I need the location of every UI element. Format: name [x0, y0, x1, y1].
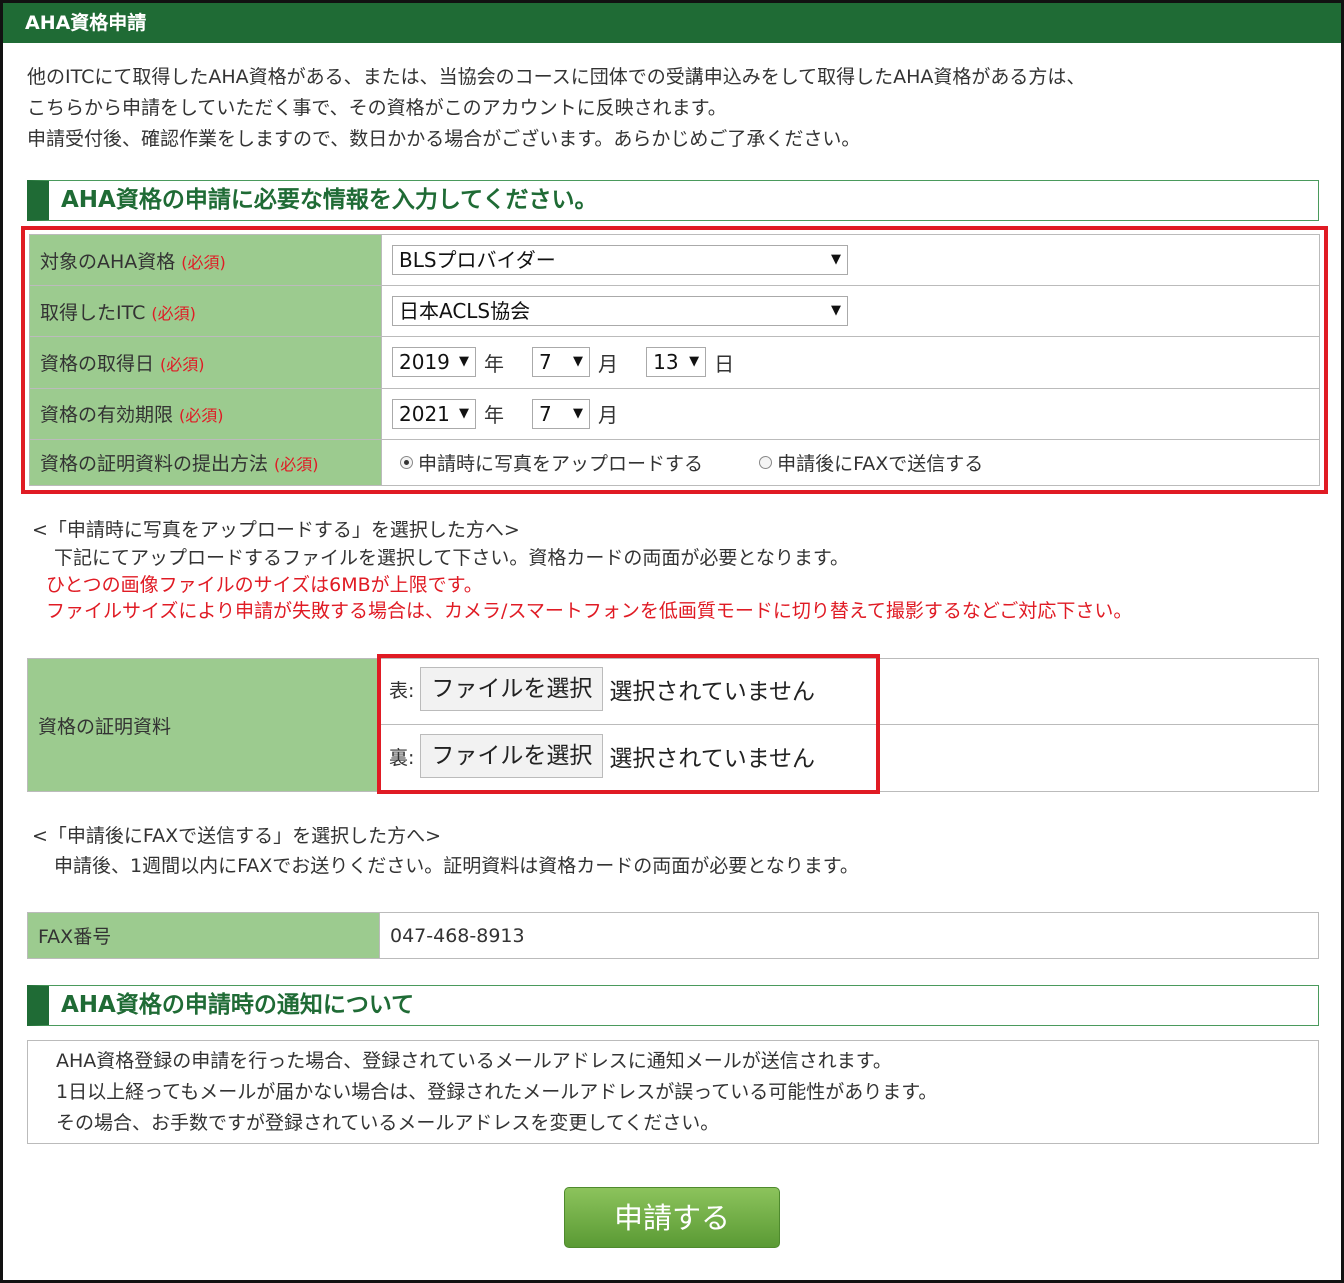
application-form-table: 対象のAHA資格 (必須) BLSプロバイダー ▼ 取得したITC (必須) 日本AC…: [29, 233, 1320, 487]
dropdown-arrow-icon: ▼: [831, 303, 841, 319]
acquired-day-select[interactable]: 13 ▼: [646, 347, 707, 378]
dropdown-arrow-icon: ▼: [573, 405, 584, 421]
radio-send-fax[interactable]: [759, 455, 773, 469]
upload-note-heading: <「申請時に写真をアップロードする」を選択した方へ>: [32, 519, 520, 541]
fax-note-text: 申請後、1週間以内にFAXでお送りください。証明資料は資格カードの両面が必要とな…: [54, 855, 859, 877]
intro-line: 申請受付後、確認作業をしますので、数日かかる場合がございます。あらかじめご了承く…: [27, 128, 861, 150]
expiry-year-select[interactable]: 2021 ▼: [392, 398, 476, 429]
back-file-status: 選択されていません: [609, 746, 816, 772]
upload-quality-warning: ファイルサイズにより申請が失敗する場合は、カメラ/スマートフォンを低画質モードに…: [46, 600, 1133, 622]
acquired-date-label: 資格の取得日 (必須): [29, 336, 382, 389]
form-row-submit-method: 資格の証明資料の提出方法 (必須) 申請時に写真をアップロードする 申請後にFAX…: [29, 438, 1320, 487]
required-info-highlight: 対象のAHA資格 (必須) BLSプロバイダー ▼ 取得したITC (必須) 日本AC…: [21, 226, 1328, 494]
choose-file-front-button[interactable]: ファイルを選択: [420, 667, 604, 711]
expiry-label: 資格の有効期限 (必須): [29, 387, 382, 440]
intro-line: こちらから申請をしていただく事で、その資格がこのアカウントに反映されます。: [27, 97, 727, 119]
file-upload-back: 裏: ファイルを選択 選択されていません: [389, 734, 815, 778]
front-file-status: 選択されていません: [609, 679, 816, 705]
choose-file-back-button[interactable]: ファイルを選択: [420, 734, 604, 778]
back-side-label: 裏:: [389, 746, 415, 769]
file-upload-front: 表: ファイルを選択 選択されていません: [389, 667, 815, 711]
page-title: AHA資格申請: [25, 12, 147, 34]
required-mark: (必須): [160, 354, 205, 374]
dropdown-arrow-icon: ▼: [573, 354, 584, 370]
fax-number: 047-468-8913: [379, 912, 1319, 959]
radio-upload-photo-label[interactable]: 申請時に写真をアップロードする: [418, 453, 703, 475]
section-title: AHA資格の申請に必要な情報を入力してください。: [61, 187, 598, 213]
notice-box: AHA資格登録の申請を行った場合、登録されているメールアドレスに通知メールが送信…: [27, 1040, 1319, 1144]
dropdown-arrow-icon: ▼: [689, 354, 700, 370]
fax-label: FAX番号: [27, 912, 380, 959]
form-row-acquired-date: 資格の取得日 (必須) 2019 ▼ 年 7 ▼ 月 13 ▼ 日: [29, 336, 1320, 389]
section-heading-notice: AHA資格の申請時の通知について: [27, 985, 1319, 1026]
expiry-month-select[interactable]: 7 ▼: [532, 398, 591, 429]
itc-select[interactable]: 日本ACLS協会 ▼: [392, 296, 848, 327]
dropdown-arrow-icon: ▼: [459, 354, 469, 370]
section-heading-info: AHA資格の申請に必要な情報を入力してください。: [27, 180, 1319, 221]
page-header: AHA資格申請: [3, 3, 1341, 43]
form-row-expiry: 資格の有効期限 (必須) 2021 ▼ 年 7 ▼ 月: [29, 387, 1320, 440]
year-unit: 年: [484, 351, 504, 376]
dropdown-arrow-icon: ▼: [831, 252, 841, 268]
file-upload-highlight: 表: ファイルを選択 選択されていません 裏: ファイルを選択 選択されていません: [377, 654, 880, 794]
notice-line: 1日以上経ってもメールが届かない場合は、登録されたメールアドレスが誤っている可能…: [56, 1081, 938, 1103]
form-row-itc: 取得したITC (必須) 日本ACLS協会 ▼: [29, 285, 1320, 338]
itc-label: 取得したITC (必須): [29, 285, 382, 338]
upload-size-warning: ひとつの画像ファイルのサイズは6MBが上限です。: [46, 574, 483, 596]
required-mark: (必須): [274, 454, 319, 474]
qualification-select[interactable]: BLSプロバイダー ▼: [392, 245, 848, 276]
section-title: AHA資格の申請時の通知について: [61, 992, 415, 1018]
intro-line: 他のITCにて取得したAHA資格がある、または、当協会のコースに団体での受講申込…: [27, 66, 1086, 88]
intro-text: 他のITCにて取得したAHA資格がある、または、当協会のコースに団体での受講申込…: [27, 62, 1085, 155]
form-row-qualification: 対象のAHA資格 (必須) BLSプロバイダー ▼: [29, 233, 1320, 287]
acquired-year-select[interactable]: 2019 ▼: [392, 347, 476, 378]
month-unit: 月: [598, 351, 619, 376]
required-mark: (必須): [181, 252, 226, 272]
fax-table: FAX番号 047-468-8913: [27, 912, 1319, 959]
required-mark: (必須): [179, 406, 224, 426]
month-unit: 月: [598, 403, 619, 428]
radio-upload-photo[interactable]: [400, 455, 413, 469]
front-side-label: 表:: [389, 679, 415, 702]
upload-note-text: 下記にてアップロードするファイルを選択して下さい。資格カードの両面が必要となりま…: [54, 547, 849, 569]
required-mark: (必須): [151, 303, 196, 323]
day-unit: 日: [714, 351, 735, 376]
upload-instructions: <「申請時に写真をアップロードする」を選択した方へ> 下記にてアップロードするフ…: [32, 516, 1312, 624]
upload-label: 資格の証明資料: [27, 658, 380, 792]
notice-line: その場合、お手数ですが登録されているメールアドレスを変更してください。: [56, 1112, 720, 1134]
submit-button[interactable]: 申請する: [564, 1187, 780, 1248]
dropdown-arrow-icon: ▼: [459, 405, 469, 421]
radio-send-fax-label[interactable]: 申請後にFAXで送信する: [777, 453, 983, 475]
notice-line: AHA資格登録の申請を行った場合、登録されているメールアドレスに通知メールが送信…: [56, 1050, 892, 1072]
fax-instructions: <「申請後にFAXで送信する」を選択した方へ> 申請後、1週間以内にFAXでお送…: [32, 822, 1312, 880]
year-unit: 年: [484, 403, 504, 428]
acquired-month-select[interactable]: 7 ▼: [532, 347, 591, 378]
submit-method-label: 資格の証明資料の提出方法 (必須): [29, 438, 382, 487]
fax-note-heading: <「申請後にFAXで送信する」を選択した方へ>: [32, 825, 442, 847]
qualification-label: 対象のAHA資格 (必須): [29, 233, 382, 287]
